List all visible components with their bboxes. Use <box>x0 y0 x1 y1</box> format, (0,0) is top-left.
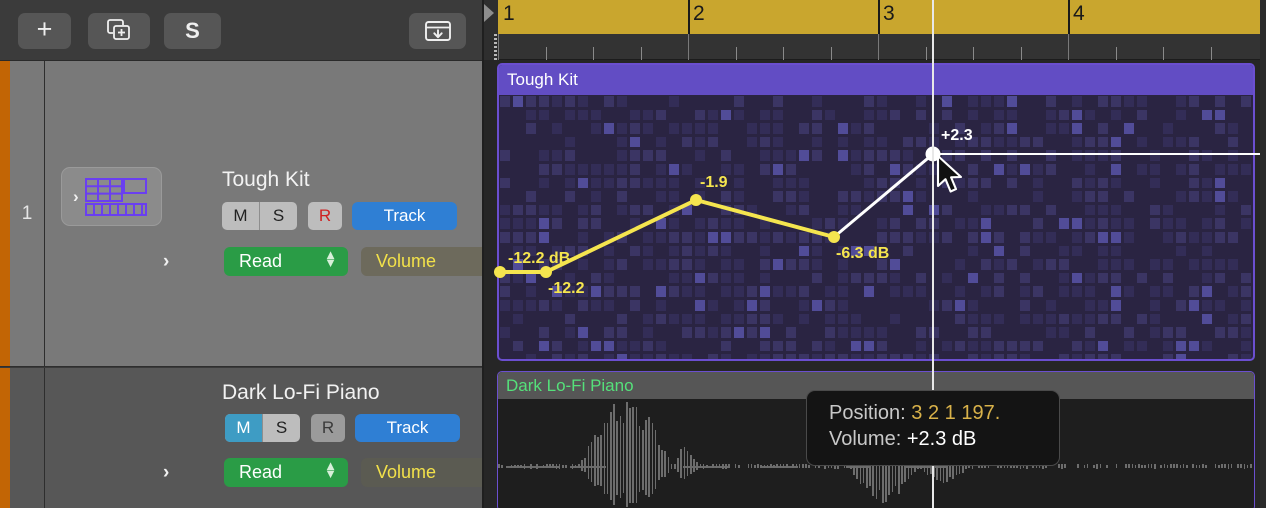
automation-fill-shading <box>499 65 1253 359</box>
beat-tick <box>1211 47 1212 60</box>
chevron-right-icon[interactable]: › <box>163 251 169 273</box>
automation-parameter-label: Volume <box>376 251 436 272</box>
duplicate-track-button[interactable] <box>88 13 150 49</box>
track-header-body: › Tough Kit <box>44 61 484 366</box>
mute-button[interactable]: M <box>222 202 260 230</box>
record-enable-button[interactable]: R <box>308 202 342 230</box>
mute-solo-group: M S <box>225 414 300 442</box>
beat-tick <box>831 47 832 60</box>
arrange-area: 1234 Tough Kit Dark Lo-Fi Piano -12.2 dB… <box>484 0 1266 508</box>
record-enable-button[interactable]: R <box>311 414 345 442</box>
beat-tick <box>688 34 689 60</box>
beat-tick <box>1068 34 1069 60</box>
beat-tick <box>1021 47 1022 60</box>
import-window-button[interactable] <box>409 13 466 49</box>
arrange-right-edge <box>1260 0 1266 508</box>
beat-tick <box>641 47 642 60</box>
mute-solo-group: M S <box>222 202 297 230</box>
beat-markers <box>484 0 1266 60</box>
duplicate-track-icon <box>104 18 134 44</box>
beat-tick <box>783 47 784 60</box>
track-automation-scope-button[interactable]: Track <box>352 202 457 230</box>
mouse-pointer-icon <box>936 155 966 197</box>
chevron-updown-icon: ▲▼ <box>324 462 337 478</box>
solo-all-button[interactable]: S <box>164 13 221 49</box>
drum-machine-icon <box>85 178 147 216</box>
plus-icon: + <box>37 16 53 43</box>
beat-tick <box>736 47 737 60</box>
beat-tick <box>546 47 547 60</box>
tooltip-volume-line: Volume: +2.3 dB <box>829 426 1059 452</box>
track-header-body: Dark Lo-Fi Piano M S R Track › Read ▲▼ V… <box>44 368 484 508</box>
track-color-strip <box>0 368 10 508</box>
automation-mode-popup[interactable]: Read ▲▼ <box>224 247 348 276</box>
region-tough-kit[interactable]: Tough Kit <box>497 63 1255 361</box>
automation-mode-label: Read <box>239 251 282 272</box>
chevron-right-icon[interactable]: › <box>163 462 169 484</box>
beat-tick <box>973 47 974 60</box>
track-instrument-icon-button[interactable]: › <box>61 167 162 226</box>
tooltip-volume-value: +2.3 dB <box>907 428 977 450</box>
solo-label: S <box>185 18 200 44</box>
track-headers-pane: + S 1 <box>0 0 484 508</box>
automation-mode-label: Read <box>239 462 282 483</box>
beat-tick <box>593 47 594 60</box>
track-number <box>10 368 44 508</box>
track-name-1[interactable]: Tough Kit <box>222 168 310 192</box>
tooltip-position-value: 3 2 1 197. <box>911 402 1000 424</box>
beat-tick <box>1163 47 1164 60</box>
automation-tooltip: Position: 3 2 1 197. Volume: +2.3 dB <box>806 390 1060 466</box>
tooltip-volume-key: Volume: <box>829 428 901 450</box>
beat-tick <box>878 34 879 60</box>
automation-parameter-popup[interactable]: Volume ▲▼ <box>361 247 484 276</box>
beat-tick <box>498 34 499 60</box>
track-automation-scope-button[interactable]: Track <box>355 414 460 442</box>
add-track-button[interactable]: + <box>18 13 71 49</box>
automation-parameter-label: Volume <box>376 462 436 483</box>
import-window-icon <box>423 19 453 43</box>
track-header-1[interactable]: 1 › Toug <box>0 61 484 367</box>
track-header-2[interactable]: Dark Lo-Fi Piano M S R Track › Read ▲▼ V… <box>0 368 484 508</box>
beat-tick <box>926 47 927 60</box>
mute-button[interactable]: M <box>225 414 263 442</box>
chevron-right-icon: › <box>73 187 79 207</box>
automation-mode-popup[interactable]: Read ▲▼ <box>224 458 348 487</box>
solo-button[interactable]: S <box>260 202 297 230</box>
beat-tick <box>1116 47 1117 60</box>
tooltip-position-key: Position: <box>829 402 906 424</box>
tooltip-position-line: Position: 3 2 1 197. <box>829 400 1059 426</box>
automation-parameter-popup[interactable]: Volume ▲▼ <box>361 458 484 487</box>
track-color-strip <box>0 61 10 366</box>
track-number: 1 <box>10 61 44 366</box>
track-name-2[interactable]: Dark Lo-Fi Piano <box>222 381 380 405</box>
chevron-updown-icon: ▲▼ <box>324 251 337 267</box>
track-toolbar: + S <box>0 0 484 61</box>
solo-button[interactable]: S <box>263 414 300 442</box>
